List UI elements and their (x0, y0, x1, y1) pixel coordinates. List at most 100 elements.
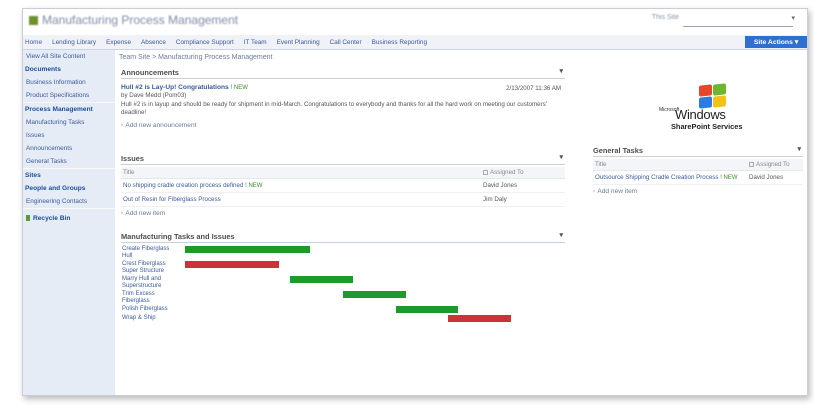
search-scope-label[interactable]: This Site (652, 14, 679, 21)
sites-header[interactable]: Sites (23, 169, 115, 182)
issue-link[interactable]: Out of Resin for Fiberglass Process (123, 196, 221, 203)
column-header[interactable]: Assigned To (747, 159, 803, 171)
tab-expense[interactable]: Expense (101, 39, 136, 46)
general-tasks-title: General Tasks ▾ (593, 145, 803, 157)
tab-home[interactable]: Home (23, 39, 47, 46)
issues-title-text: Issues (121, 154, 145, 163)
gantt-row[interactable]: Polish Fiberglass (121, 305, 565, 314)
gantt-row[interactable]: Wrap & Ship (121, 314, 565, 323)
assigned-to-cell[interactable]: David Jones (481, 178, 565, 193)
recycle-bin-link[interactable]: Recycle Bin (23, 209, 115, 222)
announcement-link[interactable]: Hull #2 is Lay-Up! Congratulations (121, 84, 229, 91)
sidebar-item-general-tasks[interactable]: General Tasks (23, 155, 115, 168)
view-all-site-content-link[interactable]: View All Site Content (23, 50, 115, 63)
gantt-bar[interactable] (395, 306, 459, 313)
new-badge: ! NEW (720, 175, 738, 181)
column-header-label: Assigned To (756, 161, 790, 168)
webpart-menu-icon[interactable]: ▾ (797, 145, 801, 153)
add-announcement-text: Add new announcement (125, 122, 197, 130)
gantt-bar[interactable] (342, 291, 406, 298)
gantt-row[interactable]: Trim Excess Fiberglass (121, 290, 565, 305)
announcements-title-text: Announcements (121, 68, 179, 77)
site-title[interactable]: Manufacturing Process Management (29, 13, 238, 27)
sharepoint-window: Manufacturing Process Management This Si… (22, 8, 808, 396)
task-title-cell[interactable]: Outsource Shipping Cradle Creation Proce… (593, 170, 747, 185)
gantt-chart: Create Fiberglass Hull Crest Fiberglass S… (121, 245, 565, 323)
table-row[interactable]: Out of Resin for Fiberglass Process Jim … (121, 192, 565, 207)
people-and-groups-header[interactable]: People and Groups (23, 182, 115, 195)
column-header-label: Assigned To (490, 169, 524, 176)
manufacturing-title: Manufacturing Tasks and Issues ▾ (121, 231, 565, 243)
column-header[interactable]: Assigned To (481, 167, 565, 179)
announcement-body: Hull #2 is in layup and should be ready … (121, 101, 547, 116)
search-dropdown-icon[interactable]: ▾ (791, 14, 795, 22)
add-task-link[interactable]: ▫ Add new item (593, 188, 803, 195)
issue-title-cell[interactable]: Out of Resin for Fiberglass Process (121, 192, 481, 207)
gantt-bar[interactable] (185, 246, 311, 253)
add-task-text: Add new item (597, 188, 638, 195)
recycle-bin-icon (26, 215, 30, 222)
checkbox-icon (749, 161, 754, 167)
gantt-task-label[interactable]: Create Fiberglass Hull (122, 246, 180, 259)
tab-call-center[interactable]: Call Center (325, 39, 367, 46)
tab-absence[interactable]: Absence (136, 39, 171, 46)
sidebar-item-issues[interactable]: Issues (23, 129, 115, 142)
webpart-menu-icon[interactable]: ▾ (559, 67, 563, 75)
gantt-task-label[interactable]: Polish Fiberglass (122, 306, 180, 313)
issue-title-cell[interactable]: No shipping cradle creation process defi… (121, 178, 481, 193)
sidebar-item-announcements[interactable]: Announcements (23, 142, 115, 155)
gantt-task-label[interactable]: Wrap & Ship (122, 315, 180, 322)
issue-link[interactable]: No shipping cradle creation process defi… (123, 182, 243, 189)
windows-sharepoint-logo: Microsoft Windows SharePoint Services (653, 83, 753, 141)
add-announcement-link[interactable]: ▫ Add new announcement (121, 122, 565, 129)
general-tasks-webpart: General Tasks ▾ Title Assigned To Outsour… (593, 145, 803, 195)
checkbox-icon (483, 169, 488, 175)
sharepoint-site-icon (29, 16, 38, 26)
tab-lending-library[interactable]: Lending Library (47, 39, 101, 46)
search-input[interactable] (683, 15, 793, 27)
table-row[interactable]: No shipping cradle creation process defi… (121, 178, 565, 193)
quick-launch: View All Site Content Documents Business… (23, 50, 115, 395)
sidebar-item-manufacturing-tasks[interactable]: Manufacturing Tasks (23, 116, 115, 129)
documents-header[interactable]: Documents (23, 63, 115, 76)
manufacturing-title-text: Manufacturing Tasks and Issues (121, 232, 235, 241)
add-issue-link[interactable]: ▫ Add new item (121, 210, 565, 217)
task-link[interactable]: Outsource Shipping Cradle Creation Proce… (595, 174, 718, 181)
new-badge: ! NEW (245, 183, 263, 189)
assigned-to-cell[interactable]: Jim Daly (481, 192, 565, 207)
breadcrumb[interactable]: Team Site > Manufacturing Process Manage… (119, 54, 273, 61)
gantt-row[interactable]: Create Fiberglass Hull (121, 245, 565, 260)
issues-webpart: Issues ▾ Title Assigned To No shipping cr… (121, 153, 565, 217)
tab-compliance-support[interactable]: Compliance Support (171, 39, 239, 46)
issues-title: Issues ▾ (121, 153, 565, 165)
gantt-task-label[interactable]: Trim Excess Fiberglass (122, 291, 180, 304)
windows-flag-icon (697, 83, 727, 109)
column-header[interactable]: Title (593, 159, 747, 171)
gantt-task-label[interactable]: Crest Fiberglass Super Structure (122, 261, 180, 274)
tab-event-planning[interactable]: Event Planning (272, 39, 325, 46)
gantt-bar[interactable] (448, 315, 511, 322)
sidebar-item-business-information[interactable]: Business Information (23, 76, 115, 89)
gantt-bar[interactable] (185, 261, 279, 268)
lists-header[interactable]: Process Management (23, 103, 115, 116)
gantt-row[interactable]: Crest Fiberglass Super Structure (121, 260, 565, 275)
announcement-item-title[interactable]: Hull #2 is Lay-Up! Congratulations ! NEW (121, 84, 565, 91)
gantt-task-label[interactable]: Marry Hull and Superstructure (122, 276, 180, 289)
column-header[interactable]: Title (121, 167, 481, 179)
gantt-bar[interactable] (290, 276, 353, 283)
table-row[interactable]: Outsource Shipping Cradle Creation Proce… (593, 170, 803, 185)
webpart-menu-icon[interactable]: ▾ (559, 153, 563, 161)
windows-wordmark: Windows (675, 107, 726, 122)
top-bar: Manufacturing Process Management This Si… (23, 9, 807, 35)
general-tasks-table: Title Assigned To Outsource Shipping Cra… (593, 159, 803, 185)
assigned-to-cell[interactable]: David Jones (747, 170, 803, 185)
general-tasks-title-text: General Tasks (593, 146, 643, 155)
webpart-menu-icon[interactable]: ▾ (559, 231, 563, 239)
tab-it-team[interactable]: IT Team (239, 39, 272, 46)
sidebar-item-product-specifications[interactable]: Product Specifications (23, 89, 115, 102)
tab-business-reporting[interactable]: Business Reporting (367, 39, 432, 46)
sidebar-item-engineering-contacts[interactable]: Engineering Contacts (23, 195, 115, 208)
announcement-author: by Dave Medd (Pom03) (121, 92, 187, 99)
gantt-row[interactable]: Marry Hull and Superstructure (121, 275, 565, 290)
site-actions-button[interactable]: Site Actions ▾ (745, 36, 807, 48)
